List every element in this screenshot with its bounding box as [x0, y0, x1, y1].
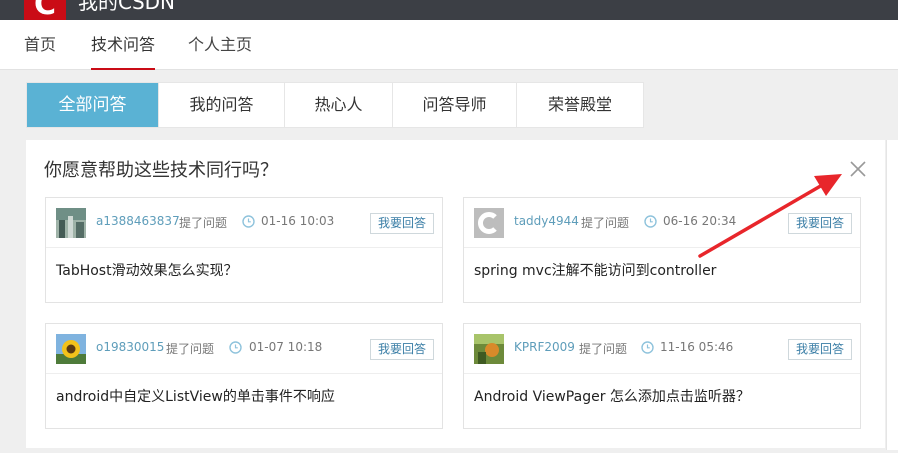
question-card: taddy4944 提了问题 06-16 20:34 我要回答 spring m… — [463, 197, 861, 303]
question-card: KPRF2009 提了问题 11-16 05:46 我要回答 Android V… — [463, 323, 861, 429]
top-bar: C 我的CSDN — [0, 0, 898, 20]
answer-button[interactable]: 我要回答 — [787, 213, 852, 234]
logo-letter: C — [33, 0, 57, 20]
main-nav: 首页 技术问答 个人主页 — [0, 20, 898, 70]
question-time: 01-16 10:03 — [261, 214, 335, 228]
question-time: 06-16 20:34 — [663, 214, 737, 228]
app-title: 我的CSDN — [78, 0, 176, 14]
tab-my-questions[interactable]: 我的问答 — [159, 83, 285, 127]
tab-all-questions[interactable]: 全部问答 — [27, 83, 159, 127]
tab-qa-mentors[interactable]: 问答导师 — [393, 83, 517, 127]
question-card-header: a1388463837 提了问题 01-16 10:03 我要回答 — [46, 198, 442, 248]
question-card: o19830015 提了问题 01-07 10:18 我要回答 android中… — [45, 323, 443, 429]
question-title[interactable]: android中自定义ListView的单击事件不响应 — [56, 386, 335, 406]
csdn-logo[interactable]: C — [24, 0, 66, 20]
question-author[interactable]: o19830015 — [96, 340, 164, 354]
close-x-icon[interactable] — [849, 160, 867, 178]
avatar[interactable] — [474, 334, 504, 364]
tab-helpful-people[interactable]: 热心人 — [285, 83, 393, 127]
question-time: 01-07 10:18 — [249, 340, 323, 354]
question-card-header: o19830015 提了问题 01-07 10:18 我要回答 — [46, 324, 442, 374]
question-action-label: 提了问题 — [166, 342, 215, 356]
nav-item-profile[interactable]: 个人主页 — [188, 20, 252, 70]
question-title[interactable]: spring mvc注解不能访问到controller — [474, 260, 716, 280]
question-action-label: 提了问题 — [179, 216, 228, 230]
answer-button[interactable]: 我要回答 — [787, 339, 852, 360]
clock-icon — [644, 215, 657, 228]
question-title[interactable]: TabHost滑动效果怎么实现？ — [56, 260, 238, 280]
question-action-label: 提了问题 — [579, 342, 628, 356]
avatar[interactable] — [56, 334, 86, 364]
clock-icon — [242, 215, 255, 228]
nav-item-tech-qa[interactable]: 技术问答 — [91, 20, 156, 70]
question-card: a1388463837 提了问题 01-16 10:03 我要回答 TabHos… — [45, 197, 443, 303]
qa-tabs: 全部问答 我的问答 热心人 问答导师 荣誉殿堂 — [26, 82, 644, 128]
nav-item-home[interactable]: 首页 — [24, 20, 56, 70]
answer-button[interactable]: 我要回答 — [369, 339, 434, 360]
help-panel: 你愿意帮助这些技术同行吗？ a1388463837 提了问题 01-16 10:… — [26, 140, 885, 448]
answer-button[interactable]: 我要回答 — [369, 213, 434, 234]
question-card-header: KPRF2009 提了问题 11-16 05:46 我要回答 — [464, 324, 860, 374]
question-action-label: 提了问题 — [581, 216, 630, 230]
clock-icon — [641, 341, 654, 354]
question-title[interactable]: Android ViewPager 怎么添加点击监听器？ — [474, 386, 750, 406]
question-author[interactable]: taddy4944 — [514, 214, 579, 228]
tab-hall-of-fame[interactable]: 荣誉殿堂 — [517, 83, 643, 127]
question-card-header: taddy4944 提了问题 06-16 20:34 我要回答 — [464, 198, 860, 248]
question-time: 11-16 05:46 — [660, 340, 734, 354]
clock-icon — [229, 341, 242, 354]
adjacent-panel-edge — [886, 140, 898, 450]
question-author[interactable]: a1388463837 — [96, 214, 180, 228]
panel-title: 你愿意帮助这些技术同行吗？ — [44, 160, 278, 181]
avatar[interactable] — [56, 208, 86, 238]
question-author[interactable]: KPRF2009 — [514, 340, 575, 354]
avatar[interactable] — [474, 208, 504, 238]
